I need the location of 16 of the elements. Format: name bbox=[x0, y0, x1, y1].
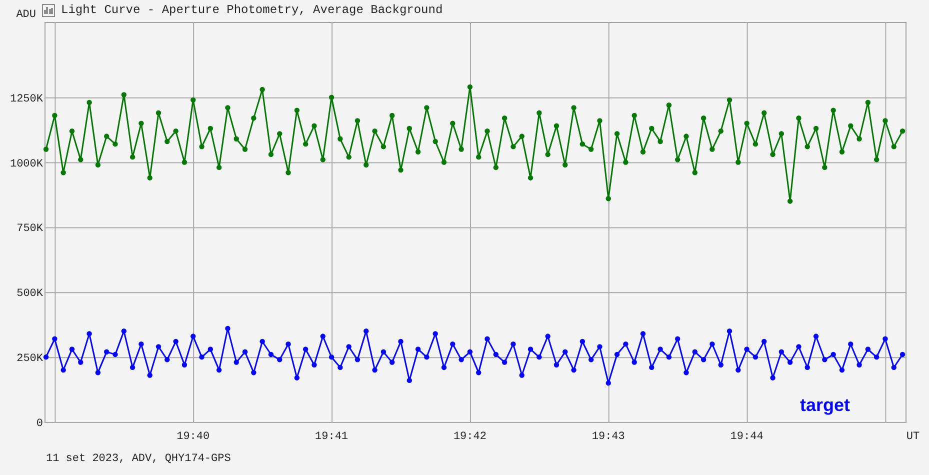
axis-tick-label: 19:40 bbox=[176, 431, 210, 443]
axis-tick-label: 1250K bbox=[10, 93, 43, 106]
axis-tick-label: 1000K bbox=[10, 158, 43, 170]
axis-label: UT bbox=[906, 431, 920, 443]
legend-label: target bbox=[800, 395, 850, 415]
axis-tick-label: 19:44 bbox=[730, 431, 764, 443]
axis-tick-label: 0 bbox=[36, 418, 43, 430]
axis-tick-label: 250K bbox=[16, 353, 43, 366]
status-text: 11 set 2023, ADV, QHY174-GPS bbox=[45, 452, 232, 465]
axis-tick-label: 19:43 bbox=[592, 431, 625, 443]
axis-tick-label: 500K bbox=[16, 288, 43, 300]
axis-tick-label: 750K bbox=[16, 223, 43, 236]
axis-label: ADU bbox=[15, 9, 37, 22]
chart-title: Light Curve - Aperture Photometry, Average Background bbox=[61, 3, 443, 17]
axis-tick-label: 19:41 bbox=[315, 431, 348, 443]
axis-tick-label: 19:42 bbox=[453, 431, 486, 443]
